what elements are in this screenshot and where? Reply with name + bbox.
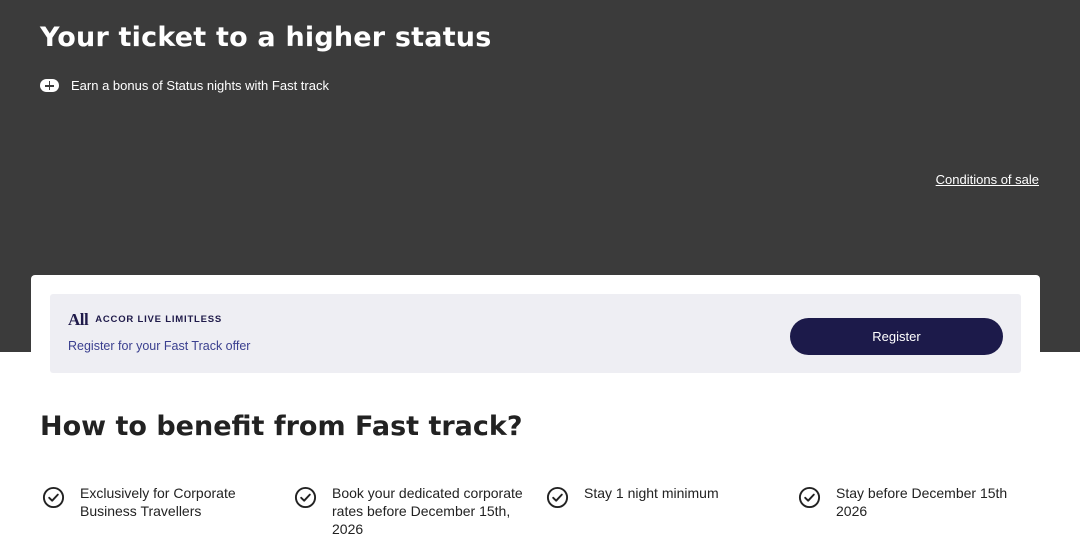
check-circle-icon [294, 486, 317, 509]
benefit-text: Book your dedicated corporate rates befo… [332, 485, 523, 537]
benefit-text: Exclusively for Corporate Business Trave… [80, 485, 236, 519]
hero-subtitle: Earn a bonus of Status nights with Fast … [71, 78, 329, 93]
benefit-text: Stay 1 night minimum [584, 485, 719, 501]
fast-track-card: All ACCOR LIVE LIMITLESS Register for yo… [31, 275, 1040, 385]
conditions-of-sale-link[interactable]: Conditions of sale [936, 172, 1039, 187]
fast-track-panel: All ACCOR LIVE LIMITLESS Register for yo… [50, 294, 1021, 373]
check-circle-icon [42, 486, 65, 509]
benefit-item: Book your dedicated corporate rates befo… [294, 484, 527, 538]
check-circle-icon [546, 486, 569, 509]
hero-subtitle-row: Earn a bonus of Status nights with Fast … [40, 78, 329, 93]
brand-name: ACCOR LIVE LIMITLESS [95, 314, 223, 325]
all-logo-mark: All [68, 310, 89, 329]
benefits-list: Exclusively for Corporate Business Trave… [42, 484, 1042, 553]
check-circle-icon [798, 486, 821, 509]
benefit-item: Stay 1 night minimum [546, 484, 779, 509]
benefit-item: Exclusively for Corporate Business Trave… [42, 484, 275, 520]
plus-icon [40, 79, 59, 92]
section-title: How to benefit from Fast track? [40, 411, 523, 442]
brand-logo: All ACCOR LIVE LIMITLESS [68, 311, 222, 328]
offer-description: Register for your Fast Track offer [68, 339, 251, 353]
hero-title: Your ticket to a higher status [40, 22, 492, 53]
benefit-item: Stay before December 15th 2026 [798, 484, 1031, 520]
benefit-text: Stay before December 15th 2026 [836, 485, 1008, 519]
register-button[interactable]: Register [790, 318, 1003, 355]
